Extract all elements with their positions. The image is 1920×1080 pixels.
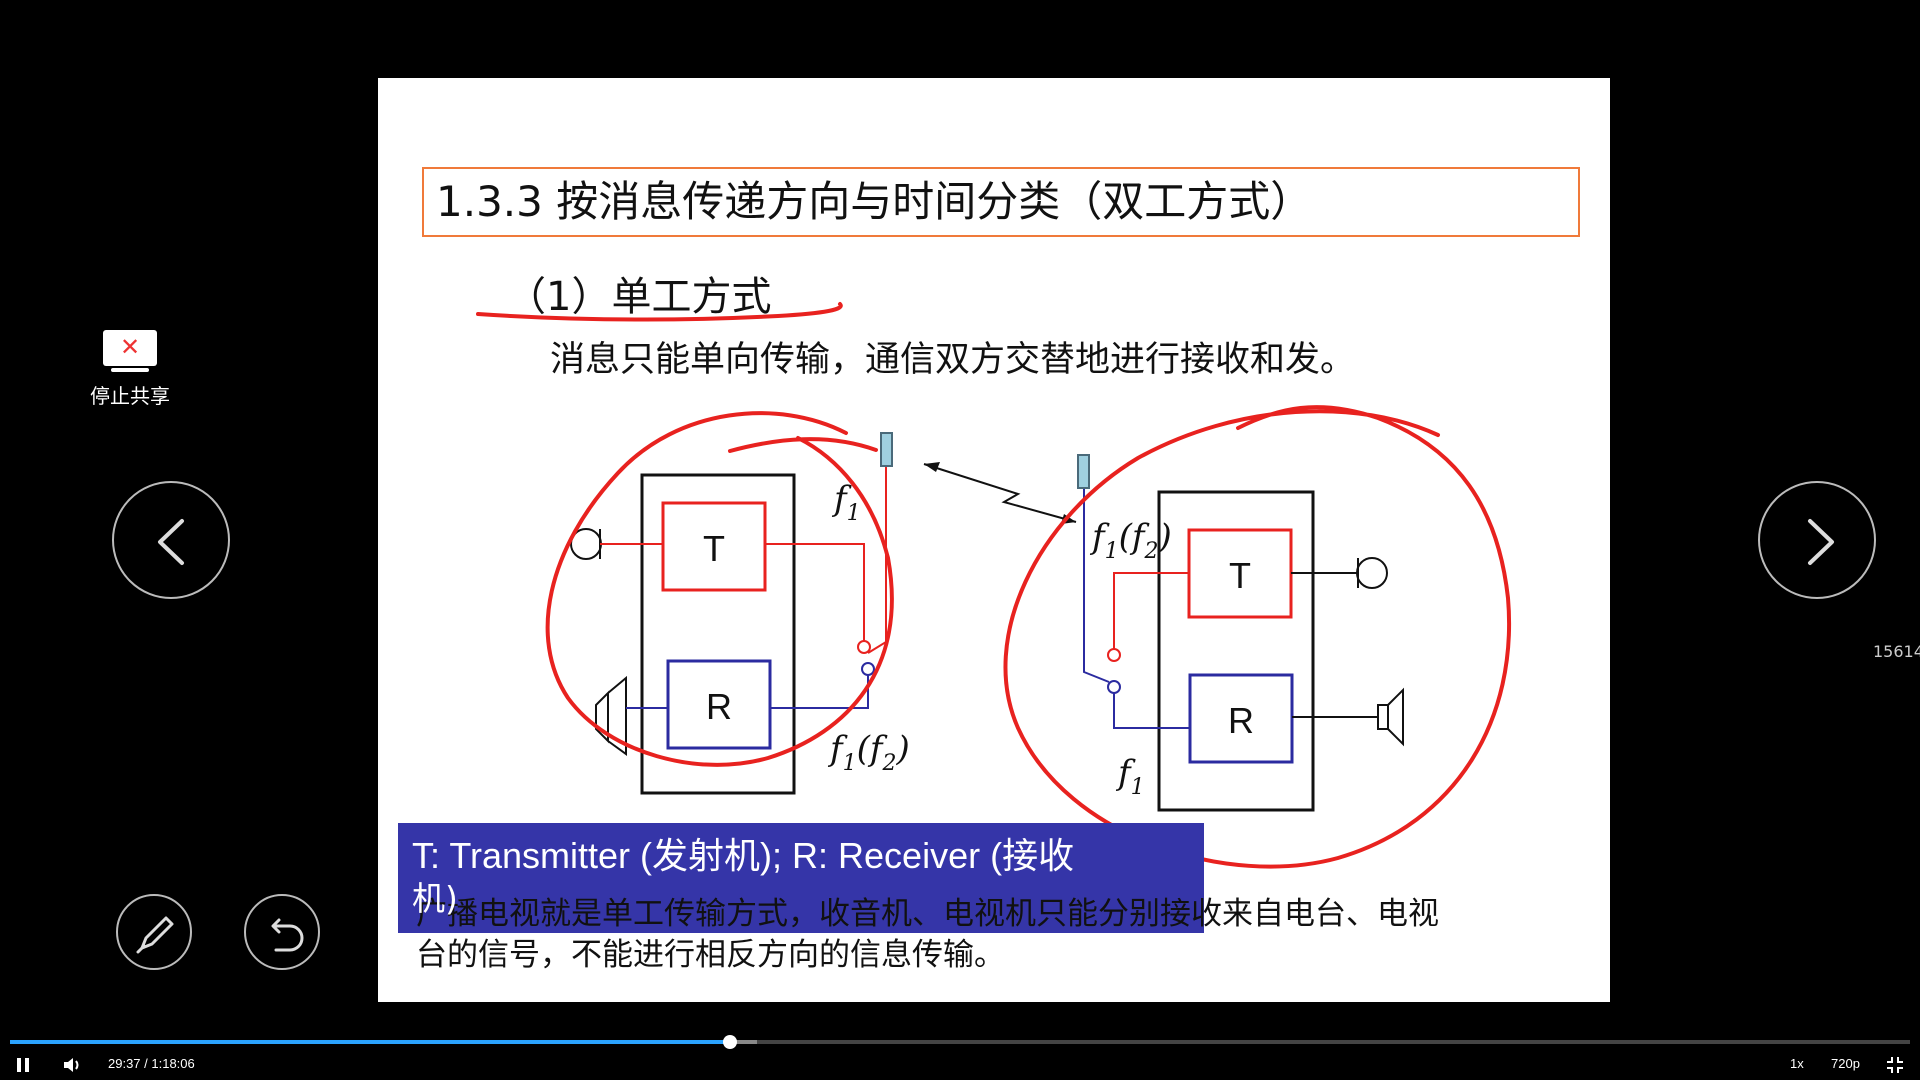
pause-icon[interactable] [14, 1056, 32, 1074]
left-transmitter-label: T [703, 528, 725, 569]
left-antenna-icon [880, 432, 893, 467]
presentation-slide: 1.3.3 按消息传递方向与时间分类（双工方式） （1）单工方式 消息只能单向传… [378, 78, 1610, 1002]
right-antenna-icon [1077, 454, 1090, 489]
video-progress-bar[interactable] [10, 1035, 1910, 1049]
radio-link-arrow [923, 462, 1077, 524]
stop-share-icon: ✕ [103, 330, 157, 372]
right-frequency-label: f1(f2) [1089, 517, 1172, 564]
next-slide-icon [1808, 519, 1834, 565]
caption-line2: 机) [412, 879, 458, 918]
prev-slide-icon [158, 519, 184, 565]
bottom-text-line2: 台的信号，不能进行相反方向的信息传输。 [416, 937, 1005, 973]
left-station-diagram: T R f1 f1(f2) [570, 432, 910, 795]
playback-speed-button[interactable]: 1x [1790, 1056, 1804, 1071]
undo-button[interactable] [244, 894, 320, 970]
pen-tool-button[interactable] [116, 894, 192, 970]
exit-fullscreen-icon[interactable] [1886, 1056, 1904, 1074]
volume-icon[interactable] [62, 1055, 84, 1075]
right-receiver-label: R [1228, 700, 1254, 741]
quality-button[interactable]: 720p [1831, 1056, 1860, 1071]
right-speaker-icon [1377, 687, 1404, 747]
caption-line1: T: Transmitter (发射机); R: Receiver (接收 [412, 835, 1074, 876]
svg-text:f1: f1 [1115, 753, 1145, 800]
undo-icon [271, 918, 304, 952]
slide-title: 1.3.3 按消息传递方向与时间分类（双工方式） [436, 177, 1312, 226]
pen-icon [136, 916, 174, 954]
right-microphone-icon [1356, 557, 1388, 589]
next-slide-button[interactable] [1758, 481, 1876, 599]
playback-time: 29:37 / 1:18:06 [108, 1056, 195, 1071]
left-receiver-label: R [706, 686, 732, 727]
stop-share-label: 停止共享 [90, 384, 170, 408]
right-transmitter-label: T [1229, 555, 1251, 596]
right-station-diagram: T R f1(f2) f1 [1077, 454, 1404, 812]
side-number: 15614 [1873, 642, 1920, 661]
stop-share-button[interactable]: ✕ 停止共享 [82, 330, 178, 409]
player-controls: 29:37 / 1:18:06 1x 720p [0, 1050, 1920, 1080]
bottom-text-line1: 广播电视就是单工传输方式，收音机、电视机只能分别接收来自电台、电视 [416, 896, 1439, 932]
description-text: 消息只能单向传输，通信双方交替地进行接收和发。 [550, 340, 1355, 380]
section-heading: （1）单工方式 [506, 274, 771, 320]
slide-canvas: 1.3.3 按消息传递方向与时间分类（双工方式） （1）单工方式 消息只能单向传… [398, 167, 1580, 973]
played-range [10, 1040, 731, 1044]
progress-scrubber[interactable] [723, 1035, 738, 1049]
prev-slide-button[interactable] [112, 481, 230, 599]
left-frequency-label: f1(f2) [827, 729, 910, 776]
